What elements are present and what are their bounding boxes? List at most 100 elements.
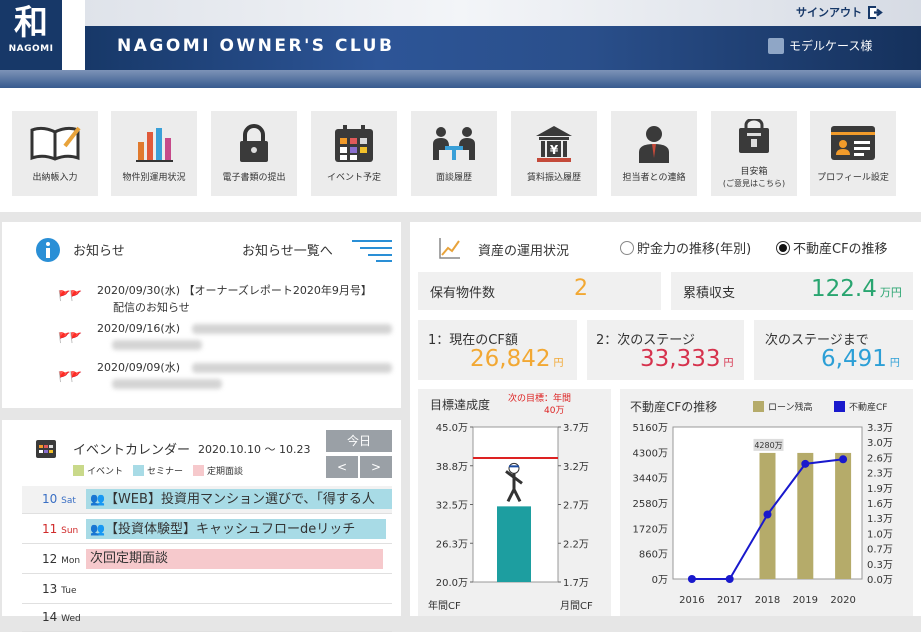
- menu-property-status[interactable]: 物件別運用状況: [111, 111, 197, 196]
- cf-chart-box: 不動産CFの推移 ローン残高 不動産CF 5160万 4300万 3440万 2580…: [620, 389, 913, 616]
- cf-chart-title: 不動産CFの推移: [630, 399, 717, 414]
- suggestion-box-icon: [739, 119, 769, 153]
- cf-xtick: 2020: [830, 595, 855, 606]
- cf-ytick: 4300万: [633, 448, 668, 459]
- calendar-event[interactable]: 次回定期面談: [86, 549, 383, 569]
- current-cf-box: 1：現在のCF額 26,842 円: [418, 320, 577, 380]
- menu-meeting-history[interactable]: 面談履歴: [411, 111, 497, 196]
- flag-icon: 🚩🚩: [58, 291, 82, 302]
- line-chart-icon: [439, 238, 460, 259]
- radio-realestate-cf[interactable]: 不動産CFの推移: [776, 238, 888, 257]
- prev-week-button[interactable]: <: [326, 456, 358, 478]
- news-item[interactable]: 🚩🚩: [58, 369, 82, 383]
- cf-ytick: 3440万: [633, 474, 668, 485]
- menu-label: プロフィール設定: [817, 173, 889, 183]
- calendar-event[interactable]: 👥【WEB】投資用マンション選びで、「得する人: [86, 489, 392, 509]
- radio-checked-icon: [776, 240, 790, 255]
- lock-icon: [240, 124, 268, 162]
- goal-ylabel: 年間CF: [428, 599, 461, 612]
- news-item-blurred: [192, 324, 392, 334]
- mascot-head: [508, 462, 520, 474]
- user-menu[interactable]: モデルケース様: [768, 37, 872, 54]
- sign-out-label: サインアウト: [796, 6, 862, 19]
- book-pen-icon: [30, 126, 81, 161]
- news-list-link[interactable]: お知らせ一覧へ: [242, 240, 333, 259]
- legend-swatch-cf: [834, 401, 845, 412]
- news-item-date[interactable]: 2020/09/16(水): [97, 320, 180, 336]
- menu-event-schedule[interactable]: イベント予定: [311, 111, 397, 196]
- flag-icon: 🚩🚩: [58, 372, 82, 383]
- cf-point: [725, 575, 734, 583]
- menu-label: 賃料振込履歴: [526, 173, 581, 183]
- logo-text: NAGOMI: [8, 44, 54, 54]
- goal-ytick: 45.0万: [436, 423, 468, 434]
- header-bottom-strip: [0, 70, 921, 88]
- assets-title: 資産の運用状況: [478, 244, 570, 259]
- cf-ytick: 860万: [639, 550, 668, 561]
- cf-y2tick: 2.3万: [867, 469, 893, 480]
- news-item-date[interactable]: 2020/09/09(水): [97, 359, 180, 375]
- calendar-row: 14 Wed: [22, 604, 392, 632]
- legend-cf: 不動産CF: [849, 401, 887, 413]
- next-week-button[interactable]: >: [360, 456, 392, 478]
- cf-y2tick: 3.0万: [867, 438, 893, 449]
- radio-savings[interactable]: 貯金力の推移(年別): [620, 238, 751, 257]
- menu-submit-documents[interactable]: 電子書類の提出: [211, 111, 297, 196]
- cf-xtick: 2016: [679, 595, 704, 606]
- user-name: モデルケース様: [789, 39, 873, 53]
- menu-label: 出納帳入力: [32, 173, 78, 183]
- owned-properties-box: 保有物件数 2: [418, 272, 661, 310]
- remaining-box: 次のステージまで 6,491 円: [754, 320, 913, 380]
- menu-contact-staff[interactable]: 担当者との連絡: [611, 111, 697, 196]
- bank-yen-icon: ¥: [536, 126, 572, 162]
- legend-loan: ローン残高: [768, 401, 813, 413]
- cf-y2tick: 1.6万: [867, 499, 893, 510]
- calendar-icon: [335, 125, 373, 162]
- info-icon: [36, 238, 60, 262]
- flag-icon: 🚩🚩: [58, 333, 82, 344]
- radio-empty-icon: [620, 240, 634, 255]
- logo[interactable]: 和 NAGOMI: [0, 0, 62, 70]
- goal-y2tick: 2.2万: [563, 539, 589, 550]
- calendar-event[interactable]: 👥【投資体験型】キャッシュフローdeリッチ: [86, 519, 386, 539]
- cf-y2tick: 1.3万: [867, 514, 893, 525]
- cf-y2tick: 2.6万: [867, 453, 893, 464]
- goal-y2label: 月間CF: [560, 600, 593, 612]
- site-title: NAGOMI OWNER'S CLUB: [117, 36, 395, 56]
- cf-ytick: 1720万: [633, 524, 668, 535]
- news-item[interactable]: 🚩🚩: [58, 330, 82, 344]
- assets-panel: 資産の運用状況 貯金力の推移(年別) 不動産CFの推移 保有物件数 2 累積収支…: [410, 222, 921, 616]
- sign-out-icon: [868, 5, 883, 19]
- menu-lines-icon[interactable]: [352, 238, 392, 262]
- goal-y2tick: 1.7万: [563, 578, 589, 589]
- sign-out-link[interactable]: サインアウト: [796, 4, 884, 20]
- menu-ledger-entry[interactable]: 出納帳入力: [12, 111, 98, 196]
- news-item[interactable]: 🚩🚩: [58, 288, 82, 302]
- event-calendar-panel: イベントカレンダー 2020.10.10 ～ 10.23 今日 < > イベント…: [2, 420, 401, 632]
- goal-y2tick: 3.7万: [563, 423, 589, 434]
- legend-seminar: セミナー: [133, 464, 183, 477]
- menu-suggestion-box[interactable]: 目安箱 (ご意見はこちら): [711, 111, 797, 196]
- today-button[interactable]: 今日: [326, 430, 392, 452]
- menu-profile-settings[interactable]: プロフィール設定: [810, 111, 896, 196]
- menu-label: 目安箱 (ご意見はこちら): [722, 167, 786, 188]
- next-stage-box: 2：次のステージ 33,333 円: [587, 320, 744, 380]
- avatar: [768, 37, 784, 54]
- goal-ytick: 26.3万: [436, 539, 468, 550]
- news-item-blurred: [192, 363, 392, 373]
- calendar-row: 10 Sat 👥【WEB】投資用マンション選びで、「得する人: [22, 486, 392, 514]
- cf-point: [801, 459, 810, 468]
- menu-rent-history[interactable]: ¥ 賃料振込履歴: [511, 111, 597, 196]
- cumulative-box: 累積収支 122.4 万円: [671, 272, 913, 310]
- goal-ytick: 38.8万: [436, 462, 468, 473]
- seminar-icon: 👥: [90, 492, 105, 506]
- goal-title: 目標達成度: [430, 397, 490, 412]
- news-item-text[interactable]: 2020/09/30(水) 【オーナーズレポート2020年9月号】 配信のお知ら…: [97, 282, 372, 316]
- calendar-row: 11 Sun 👥【投資体験型】キャッシュフローdeリッチ: [22, 516, 392, 544]
- logo-mark: 和: [14, 3, 48, 43]
- cf-point: [687, 575, 696, 583]
- cf-y2tick: 1.0万: [867, 529, 893, 540]
- goal-ytick: 20.0万: [436, 578, 468, 589]
- cf-xtick: 2017: [717, 595, 742, 606]
- news-title: お知らせ: [73, 244, 125, 259]
